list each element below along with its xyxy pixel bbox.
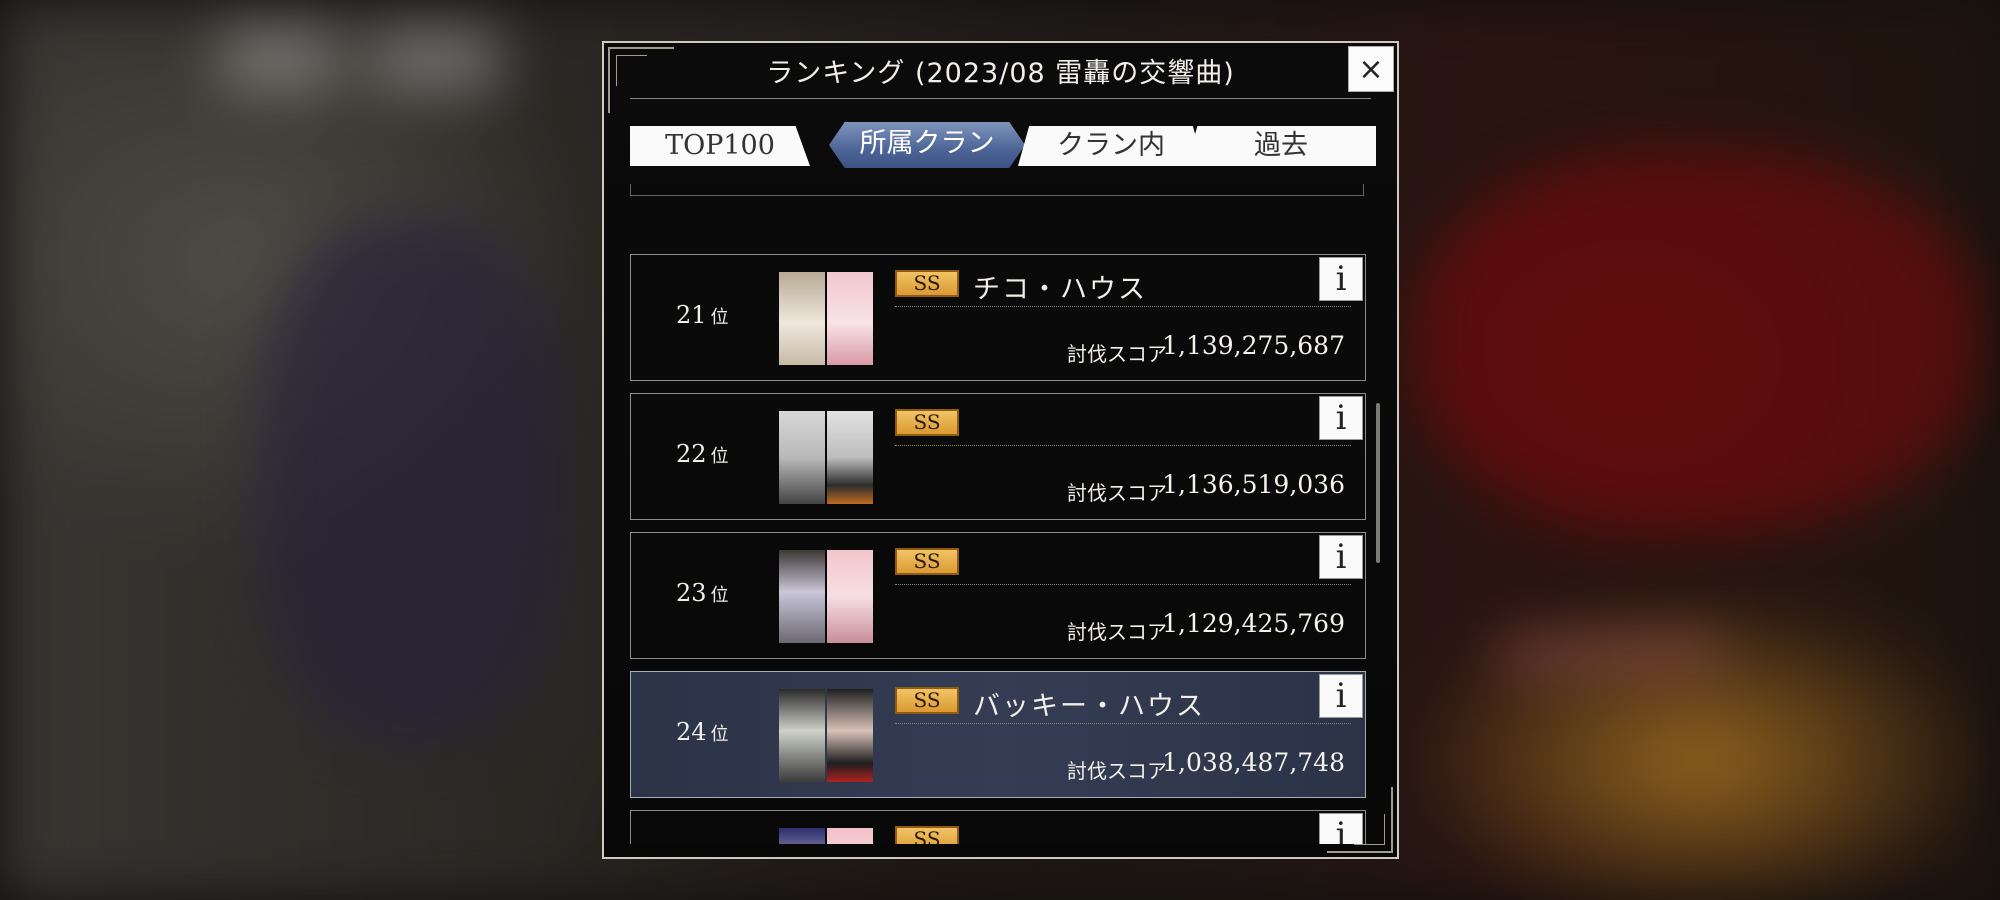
rank-grade-badge: SS — [895, 270, 959, 297]
rank-grade-badge: SS — [895, 826, 959, 844]
character-portrait — [827, 272, 873, 365]
info-button[interactable]: i — [1319, 396, 1363, 440]
character-portrait — [827, 550, 873, 643]
modal-title: ランキング (2023/08 雷轟の交響曲) — [766, 58, 1235, 89]
ranking-row-own-clan[interactable]: 24 位 SS バッキー・ハウス 討伐スコア 1,038,487,748 i — [630, 671, 1366, 798]
character-portrait — [779, 828, 825, 844]
ranking-row[interactable]: 22 位 SS 討伐スコア 1,136,519,036 i — [630, 393, 1366, 520]
clan-portraits — [779, 689, 873, 782]
character-portrait — [779, 550, 825, 643]
tab-within-clan[interactable]: クラン内 — [1018, 126, 1204, 166]
close-button[interactable]: × — [1348, 46, 1394, 92]
character-portrait — [827, 689, 873, 782]
score-value: 1,139,275,687 — [1162, 331, 1345, 360]
character-portrait — [827, 411, 873, 504]
dotted-divider — [895, 306, 1351, 307]
info-button[interactable]: i — [1319, 813, 1363, 844]
list-scrollbar[interactable] — [1376, 403, 1380, 563]
character-portrait — [779, 272, 825, 365]
dotted-divider — [895, 584, 1351, 585]
clan-name: チコ・ハウス — [973, 274, 1147, 305]
clan-portraits — [779, 550, 873, 643]
clan-portraits — [779, 828, 873, 844]
dotted-divider — [895, 723, 1351, 724]
score-value: 1,129,425,769 — [1162, 609, 1345, 638]
rank-grade-badge: SS — [895, 548, 959, 575]
rank-number: 21 位 — [676, 301, 729, 329]
title-divider — [630, 98, 1371, 99]
ranking-row[interactable]: 21 位 SS チコ・ハウス 討伐スコア 1,139,275,687 i — [630, 254, 1366, 381]
clan-name: バッキー・ハウス — [973, 691, 1205, 722]
info-button[interactable]: i — [1319, 535, 1363, 579]
ranking-modal: ランキング (2023/08 雷轟の交響曲) × TOP100 所属クラン クラ… — [602, 41, 1399, 859]
tab-past[interactable]: 過去 — [1186, 126, 1376, 166]
character-portrait — [779, 411, 825, 504]
previous-row-edge — [630, 184, 1364, 196]
rank-grade-badge: SS — [895, 687, 959, 714]
rank-number: 22 位 — [676, 440, 729, 468]
dotted-divider — [895, 445, 1351, 446]
score-value: 1,136,519,036 — [1162, 470, 1345, 499]
ranking-row[interactable]: 23 位 SS 討伐スコア 1,129,425,769 i — [630, 532, 1366, 659]
character-portrait — [827, 828, 873, 844]
tab-top100[interactable]: TOP100 — [630, 126, 810, 166]
info-button[interactable]: i — [1319, 257, 1363, 301]
rank-number: 23 位 — [676, 579, 729, 607]
rank-grade-badge: SS — [895, 409, 959, 436]
clan-portraits — [779, 411, 873, 504]
ranking-list[interactable]: 21 位 SS チコ・ハウス 討伐スコア 1,139,275,687 i 22 位 … — [630, 184, 1366, 844]
clan-portraits — [779, 272, 873, 365]
score-label: 討伐スコア — [1067, 759, 1167, 783]
score-label: 討伐スコア — [1067, 481, 1167, 505]
tab-own-clan[interactable]: 所属クラン — [829, 122, 1025, 168]
score-value: 1,038,487,748 — [1162, 748, 1345, 777]
score-label: 討伐スコア — [1067, 342, 1167, 366]
rank-number: 24 位 — [676, 718, 729, 746]
ranking-row[interactable]: 25位 SS i — [630, 810, 1366, 844]
score-label: 討伐スコア — [1067, 620, 1167, 644]
character-portrait — [779, 689, 825, 782]
info-button[interactable]: i — [1319, 674, 1363, 718]
